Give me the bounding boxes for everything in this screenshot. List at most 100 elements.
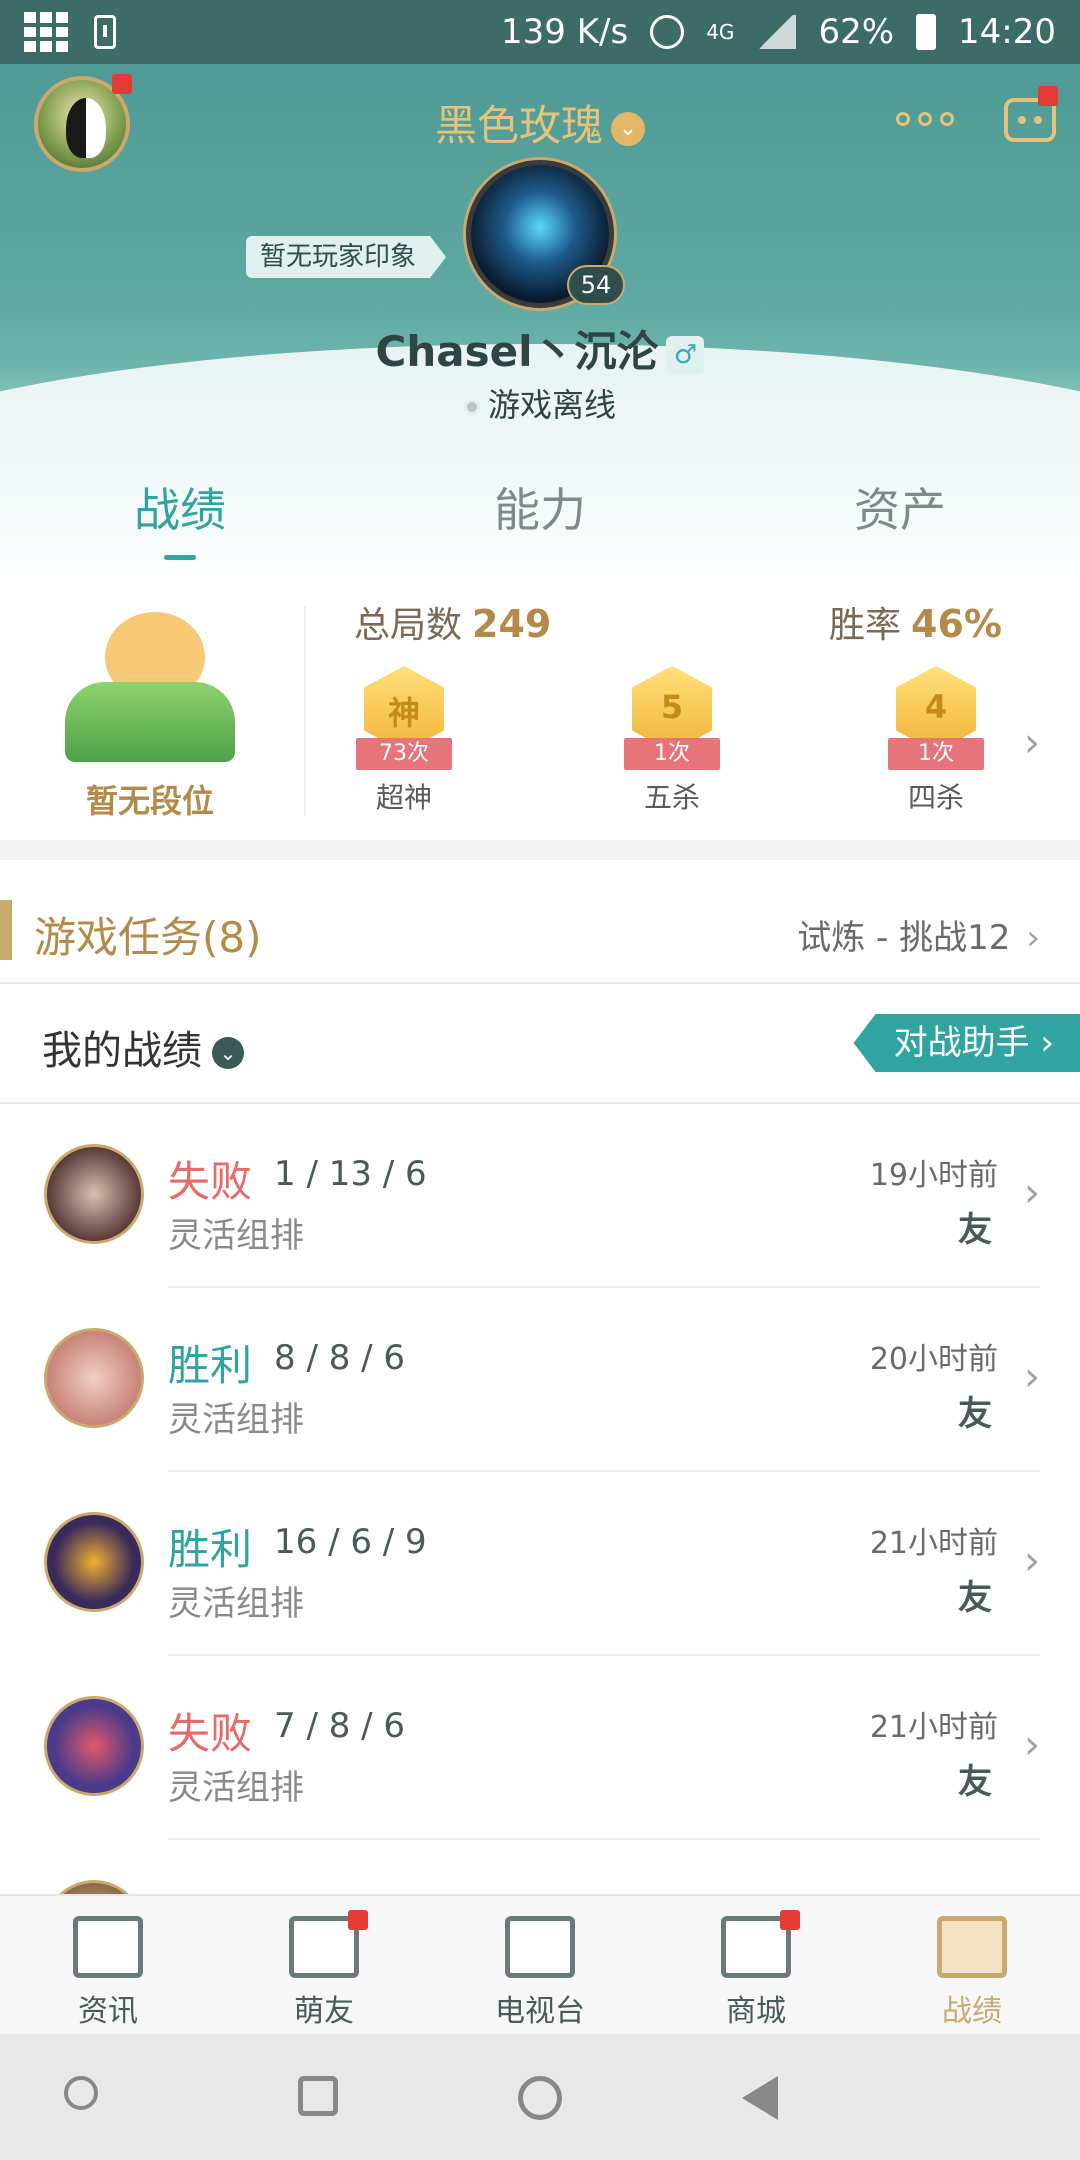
rank-mascot-icon bbox=[65, 592, 235, 772]
battery-icon bbox=[916, 14, 937, 50]
match-result: 失败 bbox=[168, 1709, 253, 1758]
badge-quadrakill: 4 1次 四杀 bbox=[876, 666, 996, 816]
win-rate-value: 46% bbox=[911, 602, 1002, 646]
book-icon bbox=[73, 1916, 143, 1978]
nav-news[interactable]: 资讯 bbox=[0, 1896, 216, 2034]
tab-records[interactable]: 战绩 bbox=[0, 470, 360, 566]
profile-tabs: 战绩 能力 资产 bbox=[0, 470, 1080, 566]
total-games: 总局数 249 bbox=[354, 596, 551, 648]
assist-icon[interactable] bbox=[64, 2076, 98, 2110]
match-mode: 灵活组排 bbox=[168, 1768, 304, 1808]
tab-ability[interactable]: 能力 bbox=[360, 470, 720, 566]
battery-percent: 62% bbox=[818, 12, 895, 52]
hero-avatar[interactable]: 54 bbox=[466, 160, 625, 308]
online-status: 游戏离线 bbox=[0, 380, 1080, 426]
battle-assistant-button[interactable]: 对战助手 › bbox=[853, 1014, 1080, 1072]
stats-panel: 暂无段位 总局数 249 胜率 46% 神 73次 超神 5 1次 五杀 4 1次 … bbox=[0, 566, 1080, 860]
home-button[interactable] bbox=[518, 2076, 562, 2120]
match-time: 21小时前 bbox=[869, 1710, 998, 1745]
chevron-right-icon: › bbox=[1024, 1354, 1040, 1400]
impression-tag[interactable]: 暂无玩家印象 bbox=[246, 236, 447, 278]
nav-shop[interactable]: 商城 bbox=[648, 1896, 864, 2034]
task-progress-text: 试炼 - 挑战12 bbox=[797, 918, 1011, 958]
match-kda: 8 / 8 / 6 bbox=[274, 1338, 406, 1378]
status-dot-icon bbox=[463, 399, 480, 415]
tv-icon bbox=[505, 1916, 575, 1978]
game-tasks-detail: 试炼 - 挑战12 › bbox=[797, 910, 1040, 959]
win-rate-label: 胜率 bbox=[829, 605, 902, 646]
game-tasks-row[interactable]: 游戏任务(8) 试炼 - 挑战12 › bbox=[0, 880, 1080, 984]
badge-glyph: 4 bbox=[924, 688, 948, 726]
achievement-badges[interactable]: 神 73次 超神 5 1次 五杀 4 1次 四杀 bbox=[344, 666, 1024, 846]
champion-avatar bbox=[44, 1328, 144, 1428]
badge-name: 五杀 bbox=[643, 781, 700, 814]
match-mode: 灵活组排 bbox=[168, 1216, 304, 1256]
nav-label: 萌友 bbox=[294, 1994, 354, 2029]
match-time: 20小时前 bbox=[869, 1342, 998, 1377]
nav-label: 商城 bbox=[726, 1994, 786, 2029]
network-type: 4G bbox=[706, 20, 735, 44]
chevron-right-icon[interactable]: › bbox=[1024, 720, 1040, 766]
clock: 14:20 bbox=[958, 12, 1056, 52]
match-mode: 灵活组排 bbox=[168, 1400, 304, 1440]
badge-glyph: 神 bbox=[387, 694, 420, 732]
badge-glyph: 5 bbox=[660, 688, 684, 726]
nav-label: 战绩 bbox=[942, 1994, 1002, 2029]
chevron-right-icon: › bbox=[1024, 1170, 1040, 1216]
champion-avatar bbox=[44, 1144, 144, 1244]
signal-icon bbox=[756, 15, 797, 49]
match-row[interactable]: 失败 1 / 13 / 6 灵活组排 19小时前 友 › bbox=[0, 1104, 1080, 1288]
champion-avatar bbox=[44, 1512, 144, 1612]
chevron-right-icon: › bbox=[1024, 1538, 1040, 1584]
match-kda: 7 / 8 / 6 bbox=[274, 1706, 406, 1746]
total-games-value: 249 bbox=[472, 602, 552, 646]
rank-label: 暂无段位 bbox=[85, 782, 214, 820]
nickname-text: 黑色玫瑰 bbox=[434, 101, 603, 150]
nav-label: 资讯 bbox=[78, 1994, 138, 2029]
chat-icon[interactable] bbox=[1004, 86, 1058, 142]
gender-icon: ♂ bbox=[666, 335, 705, 374]
nav-records[interactable]: 战绩 bbox=[864, 1896, 1080, 2034]
friend-tag: 友 bbox=[958, 1762, 992, 1802]
win-rate: 胜率 46% bbox=[829, 596, 1002, 648]
match-row[interactable]: 失败 7 / 8 / 6 灵活组排 21小时前 友 › bbox=[0, 1656, 1080, 1840]
friend-tag: 友 bbox=[958, 1394, 992, 1434]
champion-avatar bbox=[44, 1880, 144, 1894]
match-row[interactable]: 失败 bbox=[0, 1840, 1080, 1894]
friend-tag: 友 bbox=[958, 1578, 992, 1618]
more-icon[interactable] bbox=[896, 112, 954, 126]
match-kda: 16 / 6 / 9 bbox=[274, 1522, 427, 1562]
back-button[interactable] bbox=[742, 2076, 778, 2120]
badge-pentakill: 5 1次 五杀 bbox=[612, 666, 732, 816]
recent-apps-button[interactable] bbox=[298, 2076, 338, 2116]
badge-name: 四杀 bbox=[907, 781, 964, 814]
champion-avatar bbox=[44, 1696, 144, 1796]
match-row[interactable]: 胜利 16 / 6 / 9 灵活组排 21小时前 友 › bbox=[0, 1472, 1080, 1656]
tab-assets[interactable]: 资产 bbox=[720, 470, 1080, 566]
friend-tag: 友 bbox=[958, 1210, 992, 1250]
match-result: 失败 bbox=[168, 1884, 252, 1894]
match-row[interactable]: 胜利 8 / 8 / 6 灵活组排 20小时前 友 › bbox=[0, 1288, 1080, 1472]
match-kda: 1 / 13 / 6 bbox=[274, 1154, 427, 1194]
nav-label: 电视台 bbox=[495, 1994, 585, 2029]
badge-name: 超神 bbox=[375, 781, 432, 814]
nav-tv[interactable]: 电视台 bbox=[432, 1896, 648, 2034]
match-result: 失败 bbox=[168, 1157, 253, 1206]
player-name-text: Chasel丶沉沦 bbox=[375, 327, 659, 376]
notification-dot bbox=[1038, 86, 1058, 106]
chevron-right-icon: › bbox=[1024, 1722, 1040, 1768]
hotspot-icon bbox=[650, 15, 685, 49]
badge-count: 73次 bbox=[356, 738, 452, 770]
app-grid-icon bbox=[24, 12, 68, 52]
section-marker bbox=[0, 900, 12, 960]
rank-section[interactable]: 暂无段位 bbox=[40, 592, 260, 822]
network-speed: 139 K/s bbox=[501, 12, 629, 52]
nav-friends[interactable]: 萌友 bbox=[216, 1896, 432, 2034]
player-name: Chasel丶沉沦 ♂ bbox=[0, 318, 1080, 379]
match-time: 21小时前 bbox=[869, 1526, 998, 1561]
my-records-filter[interactable]: 我的战绩 ⌄ bbox=[42, 1018, 244, 1076]
chevron-down-icon: ⌄ bbox=[611, 111, 645, 146]
match-time: 19小时前 bbox=[869, 1158, 998, 1193]
match-result: 胜利 bbox=[168, 1525, 253, 1574]
download-icon bbox=[94, 15, 116, 49]
